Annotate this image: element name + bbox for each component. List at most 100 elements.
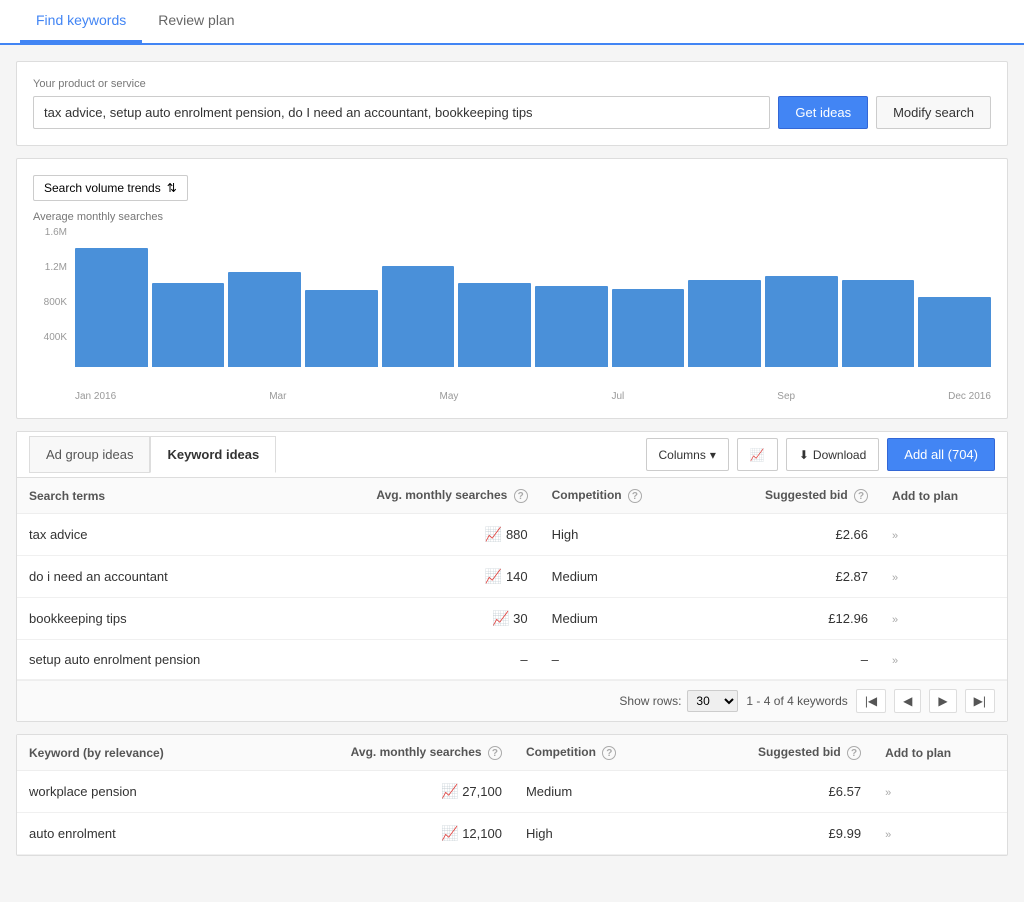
th-avg-monthly: Avg. monthly searches ?: [292, 478, 539, 514]
td-competition-ki: High: [514, 813, 684, 855]
add-chevron-icon[interactable]: »: [892, 572, 898, 584]
page-info: 1 - 4 of 4 keywords: [746, 694, 847, 708]
th-competition-ki: Competition ?: [514, 735, 684, 771]
add-chevron-icon[interactable]: »: [885, 787, 891, 799]
table-row: tax advice 📈 880 High £2.66 »: [17, 514, 1007, 556]
rows-select[interactable]: 30 50 100: [687, 690, 738, 712]
trend-icon[interactable]: 📈: [441, 783, 458, 799]
search-input[interactable]: [33, 96, 770, 129]
y-label-4: 1.6M: [33, 227, 71, 238]
ideas-section: Ad group ideas Keyword ideas Columns ▾ 📈…: [16, 431, 1008, 722]
tab-keyword-ideas[interactable]: Keyword ideas: [150, 436, 276, 473]
bar-apr: [305, 290, 378, 367]
td-add-ki: »: [873, 771, 1007, 813]
columns-button[interactable]: Columns ▾: [646, 438, 729, 471]
modify-search-button[interactable]: Modify search: [876, 96, 991, 129]
search-card: Your product or service Get ideas Modify…: [16, 61, 1008, 146]
trend-icon[interactable]: 📈: [441, 825, 458, 841]
bar-jul: [535, 286, 608, 367]
y-label-3: 1.2M: [33, 262, 71, 273]
chart-card: Search volume trends ⇅ Average monthly s…: [16, 158, 1008, 419]
chart-area: 1.6M 1.2M 800K 400K: [33, 227, 991, 387]
chart-x-labels: Jan 2016 Mar May Jul Sep Dec 2016: [75, 391, 991, 402]
th-add-to-plan-ki: Add to plan: [873, 735, 1007, 771]
add-chevron-icon[interactable]: »: [885, 829, 891, 841]
td-bid-ki: £9.99: [684, 813, 873, 855]
td-keyword: workplace pension: [17, 771, 253, 813]
next-page-button[interactable]: ▶: [929, 689, 956, 713]
bar-oct: [765, 276, 838, 367]
help-icon-avg-ki[interactable]: ?: [488, 746, 502, 760]
table-row: bookkeeping tips 📈 30 Medium £12.96 »: [17, 598, 1007, 640]
help-icon-bid-ki[interactable]: ?: [847, 746, 861, 760]
td-avg-ki: 📈 27,100: [253, 771, 514, 813]
bar-nov: [842, 280, 915, 367]
x-label-may: May: [439, 391, 458, 402]
th-keyword-relevance: Keyword (by relevance): [17, 735, 253, 771]
keyword-ideas-header-row: Keyword (by relevance) Avg. monthly sear…: [17, 735, 1007, 771]
table-row: auto enrolment 📈 12,100 High £9.99 »: [17, 813, 1007, 855]
table-row: setup auto enrolment pension – – – »: [17, 640, 1007, 680]
x-label-jan: Jan 2016: [75, 391, 116, 402]
help-icon-avg[interactable]: ?: [514, 489, 528, 503]
show-rows: Show rows: 30 50 100: [619, 690, 738, 712]
download-button[interactable]: ⬇ Download: [786, 438, 879, 471]
help-icon-comp-ki[interactable]: ?: [602, 746, 616, 760]
th-suggested-bid: Suggested bid ?: [701, 478, 880, 514]
td-competition: Medium: [540, 556, 701, 598]
show-rows-label: Show rows:: [619, 694, 681, 708]
top-navigation: Find keywords Review plan: [0, 0, 1024, 45]
bar-feb: [152, 283, 225, 367]
table-row: do i need an accountant 📈 140 Medium £2.…: [17, 556, 1007, 598]
trend-icon[interactable]: 📈: [485, 568, 502, 584]
td-competition-ki: Medium: [514, 771, 684, 813]
bar-mar: [228, 272, 301, 367]
bar-may: [382, 266, 455, 367]
y-label-1: 400K: [33, 332, 71, 343]
chart-bars: [75, 227, 991, 367]
td-avg: –: [292, 640, 539, 680]
trend-chart-button[interactable]: 📈: [737, 438, 778, 471]
table-row: workplace pension 📈 27,100 Medium £6.57 …: [17, 771, 1007, 813]
tab-ad-group-ideas[interactable]: Ad group ideas: [29, 436, 150, 473]
keyword-ideas-table: Keyword (by relevance) Avg. monthly sear…: [17, 735, 1007, 855]
th-avg-monthly-ki: Avg. monthly searches ?: [253, 735, 514, 771]
td-avg: 📈 30: [292, 598, 539, 640]
search-terms-header-row: Search terms Avg. monthly searches ? Com…: [17, 478, 1007, 514]
td-bid: £2.87: [701, 556, 880, 598]
trend-icon[interactable]: 📈: [492, 610, 509, 626]
trends-btn-label: Search volume trends: [44, 181, 161, 195]
last-page-button[interactable]: ▶|: [965, 689, 995, 713]
main-content: Your product or service Get ideas Modify…: [0, 45, 1024, 884]
add-chevron-icon[interactable]: »: [892, 530, 898, 542]
prev-page-button[interactable]: ◀: [894, 689, 921, 713]
th-add-to-plan: Add to plan: [880, 478, 1007, 514]
td-add-ki: »: [873, 813, 1007, 855]
download-label: Download: [813, 448, 866, 462]
get-ideas-button[interactable]: Get ideas: [778, 96, 868, 129]
add-all-button[interactable]: Add all (704): [887, 438, 995, 471]
x-label-mar: Mar: [269, 391, 286, 402]
chart-y-labels: 1.6M 1.2M 800K 400K: [33, 227, 71, 367]
td-competition: –: [540, 640, 701, 680]
trend-chart-icon: 📈: [750, 448, 765, 462]
pagination-row: Show rows: 30 50 100 1 - 4 of 4 keywords…: [17, 680, 1007, 721]
help-icon-comp[interactable]: ?: [628, 489, 642, 503]
td-add: »: [880, 640, 1007, 680]
td-add: »: [880, 514, 1007, 556]
bar-dec: [918, 297, 991, 367]
x-label-jul: Jul: [611, 391, 624, 402]
help-icon-bid[interactable]: ?: [854, 489, 868, 503]
first-page-button[interactable]: |◀: [856, 689, 886, 713]
keyword-ideas-section: Keyword (by relevance) Avg. monthly sear…: [16, 734, 1008, 856]
trend-icon[interactable]: 📈: [485, 526, 502, 542]
add-chevron-icon[interactable]: »: [892, 655, 898, 667]
add-chevron-icon[interactable]: »: [892, 614, 898, 626]
x-label-dec: Dec 2016: [948, 391, 991, 402]
td-term: setup auto enrolment pension: [17, 640, 292, 680]
search-volume-trends-button[interactable]: Search volume trends ⇅: [33, 175, 188, 201]
tab-review-plan[interactable]: Review plan: [142, 0, 250, 43]
bar-jun: [458, 283, 531, 367]
td-bid: £12.96: [701, 598, 880, 640]
tab-find-keywords[interactable]: Find keywords: [20, 0, 142, 43]
